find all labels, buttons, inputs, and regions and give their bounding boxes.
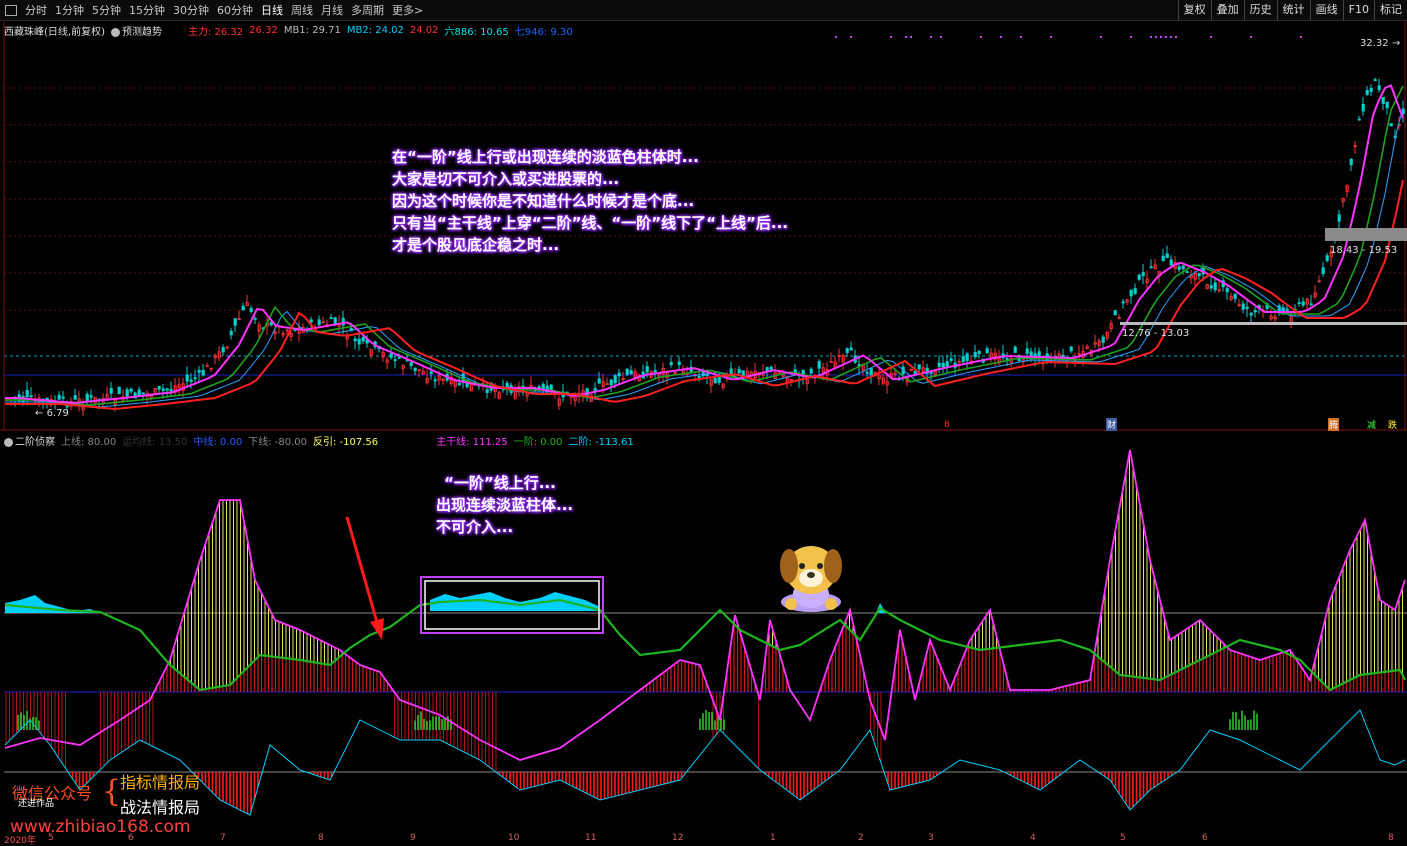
support-zone-label: 12.76 - 13.03 [1122, 328, 1190, 339]
oscillator-bars [5, 452, 1404, 814]
legend-shangxian: 上线: 80.00 [61, 437, 117, 448]
date-axis: 2020年 5 6 7 8 9 10 11 12 1 2 3 4 5 6 8 [4, 833, 1394, 846]
flag-teng[interactable]: 腾 [1328, 418, 1340, 431]
legend-yijie: 一阶: 0.00 [513, 437, 563, 448]
sub-indicator-name[interactable]: 二阶侦察 [4, 433, 55, 448]
brace-icon: { [102, 774, 122, 809]
red-arrow-icon [345, 516, 384, 640]
oscillator-lines [4, 449, 1406, 816]
flag-cai[interactable]: 财 [1106, 418, 1118, 431]
puppy-mascot-icon [780, 546, 842, 612]
brand-item-2: 战法情报局 [120, 798, 201, 817]
legend-faded: 运均线: 13.50 [122, 437, 188, 448]
signal-dots [835, 36, 1302, 38]
legend-zhugan: 主干线: 111.25 [436, 437, 508, 448]
main-annotation: 在“一阶”线上行或出现连续的淡蓝色柱体时... 大家是切不可介入或买进股票的..… [392, 148, 788, 254]
legend-zhongxian: 中线: 0.00 [193, 437, 243, 448]
high-price-label: 32.32 → [1360, 38, 1401, 49]
chart-canvas[interactable] [0, 0, 1407, 845]
sub-annotation: “一阶”线上行... 出现连续淡蓝柱体... 不可介入... [436, 474, 574, 536]
small-brand: 还进作品 [18, 799, 55, 809]
brand-item-1: 指标情报局 [120, 773, 201, 792]
support-zone-line [1120, 322, 1407, 325]
resistance-zone-box [1325, 228, 1407, 241]
flag-die[interactable]: 跌 [1388, 418, 1397, 431]
legend-fanyin: 反引: -107.56 [313, 437, 379, 448]
sub-chart-legend: 二阶侦察 上线: 80.00 运均线: 13.50 中线: 0.00 下线: -… [4, 433, 634, 448]
legend-erjie: 二阶: -113.61 [568, 437, 634, 448]
flag-jian[interactable]: 减 [1367, 418, 1376, 431]
low-price-label: ← 6.79 [35, 408, 69, 419]
year-label: 2020年 [4, 836, 36, 846]
legend-xiaxian: 下线: -80.00 [248, 437, 307, 448]
flag-small-red[interactable]: 8 [944, 420, 950, 430]
indicator-icon [4, 437, 13, 447]
resistance-zone-label: 18.43 - 19.53 [1330, 245, 1398, 256]
